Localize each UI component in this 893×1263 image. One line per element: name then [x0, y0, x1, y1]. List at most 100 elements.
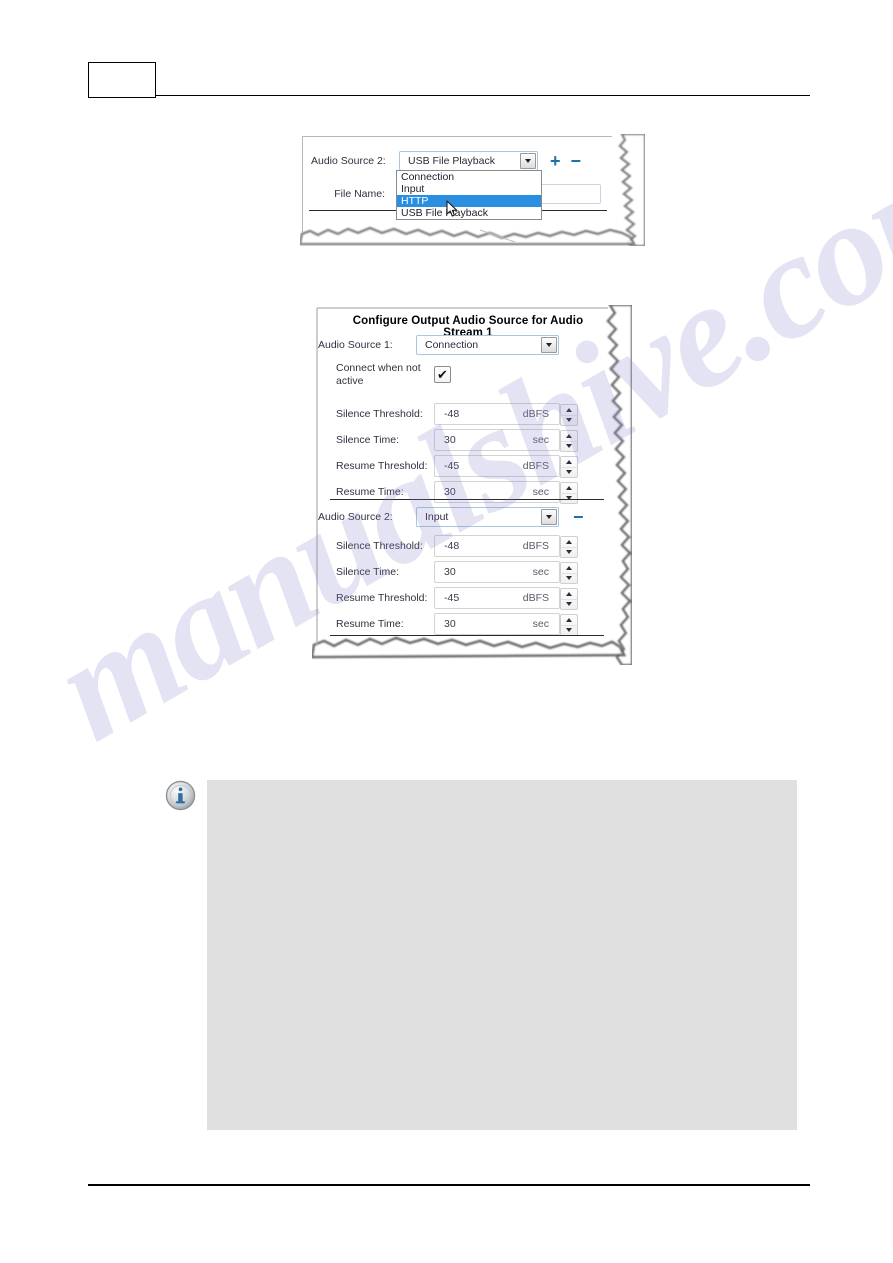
audio-source-2-label: Audio Source 2: — [318, 511, 393, 523]
check-icon: ✔ — [437, 367, 448, 382]
chevron-down-icon[interactable] — [541, 337, 557, 353]
info-note-box — [207, 780, 797, 1130]
field-label: Silence Time: — [336, 434, 400, 446]
connect-when-not-active-checkbox[interactable]: ✔ — [434, 366, 451, 383]
spinner-down-icon[interactable] — [561, 414, 577, 426]
silence-threshold-input[interactable]: -48 dBFS — [434, 403, 578, 426]
spinner-down-icon[interactable] — [561, 624, 577, 636]
field-row: Silence Threshold: -48 dBFS — [336, 401, 602, 427]
spinner[interactable] — [560, 456, 578, 478]
dropdown-option[interactable]: Connection — [397, 171, 541, 183]
audio-source-1-combobox[interactable]: Connection — [416, 335, 559, 355]
spinner[interactable] — [560, 404, 578, 426]
audio-source-combobox[interactable]: USB File Playback — [399, 151, 538, 171]
spinner-up-icon[interactable] — [561, 431, 577, 441]
spinner[interactable] — [560, 482, 578, 504]
resume-threshold-input[interactable]: -45 dBFS — [434, 587, 578, 610]
field-unit: dBFS — [522, 408, 549, 420]
field-value: 30 — [444, 566, 456, 578]
field-row: Resume Time: 30 sec — [336, 611, 602, 637]
footer-divider — [88, 1184, 810, 1186]
figure-configure-output-audio-source: Configure Output Audio Source for Audio … — [312, 305, 632, 665]
field-unit: dBFS — [522, 460, 549, 472]
spinner[interactable] — [560, 562, 578, 584]
audio-source-dropdown-list[interactable]: Connection Input HTTP USB File Playback — [396, 170, 542, 220]
spinner-up-icon[interactable] — [561, 537, 577, 547]
chevron-down-icon[interactable] — [541, 509, 557, 525]
field-unit: sec — [532, 434, 549, 446]
field-label: Resume Threshold: — [336, 460, 428, 472]
resume-time-input[interactable]: 30 sec — [434, 613, 578, 636]
spinner-up-icon[interactable] — [561, 563, 577, 573]
field-value: -48 — [444, 408, 460, 420]
audio-source-2-combobox[interactable]: Input — [416, 507, 559, 527]
field-row: Silence Time: 30 sec — [336, 427, 602, 453]
field-label: Silence Threshold: — [336, 540, 423, 552]
field-unit: sec — [532, 566, 549, 578]
silence-time-input[interactable]: 30 sec — [434, 561, 578, 584]
audio-source-2-row: Audio Source 2: Input − — [318, 507, 606, 527]
remove-audio-source-2-button[interactable]: − — [573, 508, 584, 526]
audio-source-2-value: Input — [425, 511, 449, 523]
info-icon — [165, 780, 196, 811]
field-unit: sec — [532, 618, 549, 630]
spinner-up-icon[interactable] — [561, 483, 577, 493]
field-label: Resume Time: — [336, 486, 404, 498]
field-unit: dBFS — [522, 540, 549, 552]
field-value: 30 — [444, 486, 456, 498]
field-row: Resume Time: 30 sec — [336, 479, 602, 505]
field-value: -48 — [444, 540, 460, 552]
field-row: Silence Threshold: -48 dBFS — [336, 533, 602, 559]
silence-time-input[interactable]: 30 sec — [434, 429, 578, 452]
connect-when-not-active-row: Connect when not active ✔ — [336, 361, 606, 388]
spinner-down-icon[interactable] — [561, 598, 577, 610]
dropdown-option[interactable]: Input — [397, 183, 541, 195]
spinner[interactable] — [560, 536, 578, 558]
chevron-down-icon[interactable] — [520, 153, 536, 169]
spinner[interactable] — [560, 614, 578, 636]
field-value: 30 — [444, 434, 456, 446]
field-label: Resume Time: — [336, 618, 404, 630]
spinner-down-icon[interactable] — [561, 492, 577, 504]
field-row: Resume Threshold: -45 dBFS — [336, 585, 602, 611]
field-label: Silence Time: — [336, 566, 400, 578]
spinner-down-icon[interactable] — [561, 440, 577, 452]
file-name-label: File Name: — [334, 188, 385, 200]
page-header — [88, 62, 810, 100]
field-label: Silence Threshold: — [336, 408, 423, 420]
dropdown-option[interactable]: USB File Playback — [397, 207, 541, 219]
remove-audio-source-button[interactable]: − — [571, 152, 582, 170]
audio-source-1-fields: Silence Threshold: -48 dBFS Silence Time… — [336, 401, 602, 505]
spinner-down-icon[interactable] — [561, 466, 577, 478]
header-page-number-box — [88, 62, 156, 98]
figure-audio-source-dropdown: Audio Source 2: USB File Playback + − Fi… — [300, 134, 645, 246]
silence-threshold-input[interactable]: -48 dBFS — [434, 535, 578, 558]
spinner-down-icon[interactable] — [561, 572, 577, 584]
field-value: -45 — [444, 592, 460, 604]
field-value: -45 — [444, 460, 460, 472]
field-row: Resume Threshold: -45 dBFS — [336, 453, 602, 479]
field-unit: dBFS — [522, 592, 549, 604]
spinner[interactable] — [560, 588, 578, 610]
audio-source-1-value: Connection — [425, 339, 479, 351]
page-footer — [88, 1184, 810, 1192]
audio-source-label: Audio Source 2: — [311, 155, 386, 167]
spinner-up-icon[interactable] — [561, 405, 577, 415]
add-audio-source-button[interactable]: + — [550, 152, 561, 170]
source-divider — [330, 499, 604, 500]
spinner-up-icon[interactable] — [561, 589, 577, 599]
dropdown-option-selected[interactable]: HTTP — [397, 195, 541, 207]
audio-source-2-fields: Silence Threshold: -48 dBFS Silence Time… — [336, 533, 602, 637]
dialog-bottom-divider — [330, 635, 604, 636]
header-divider — [156, 95, 810, 96]
connect-when-not-active-label: Connect when not active — [336, 362, 421, 388]
field-label: Resume Threshold: — [336, 592, 428, 604]
resume-threshold-input[interactable]: -45 dBFS — [434, 455, 578, 478]
spinner-down-icon[interactable] — [561, 546, 577, 558]
spinner-up-icon[interactable] — [561, 457, 577, 467]
info-note-text — [207, 780, 797, 808]
spinner-up-icon[interactable] — [561, 615, 577, 625]
field-row: Silence Time: 30 sec — [336, 559, 602, 585]
audio-source-1-row: Audio Source 1: Connection — [318, 335, 606, 355]
spinner[interactable] — [560, 430, 578, 452]
